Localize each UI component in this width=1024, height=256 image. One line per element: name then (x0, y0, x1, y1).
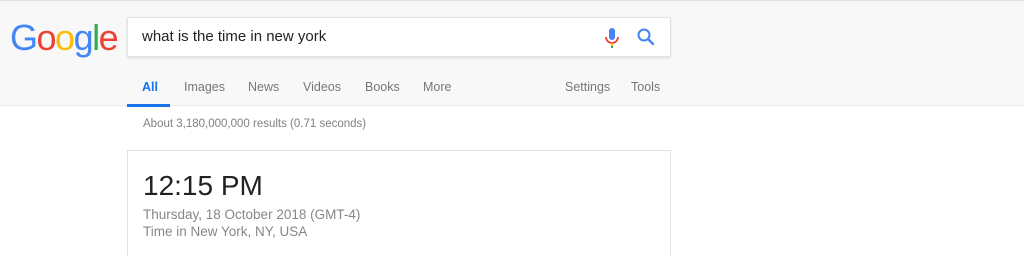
search-box[interactable]: what is the time in new york (127, 17, 671, 57)
magnifier-icon[interactable] (636, 27, 656, 47)
tab-settings[interactable]: Settings (565, 67, 610, 107)
tab-all[interactable]: All (142, 67, 158, 107)
search-input[interactable]: what is the time in new york (142, 18, 326, 56)
tab-more[interactable]: More (423, 67, 451, 107)
logo-letter: o (36, 17, 57, 58)
current-time: 12:15 PM (143, 170, 263, 201)
logo-letter: e (98, 17, 119, 58)
tab-images[interactable]: Images (184, 67, 225, 107)
logo-letter: g (73, 17, 94, 58)
microphone-icon[interactable] (602, 27, 622, 49)
logo-letter: o (55, 17, 75, 58)
time-location: Time in New York, NY, USA (143, 224, 308, 239)
result-stats: About 3,180,000,000 results (0.71 second… (143, 118, 367, 130)
current-date: Thursday, 18 October 2018 (GMT-4) (143, 207, 361, 222)
logo-letter: G (10, 17, 38, 58)
tab-tools[interactable]: Tools (631, 67, 660, 107)
time-answer-card: 12:15 PM Thursday, 18 October 2018 (GMT-… (127, 150, 671, 256)
tab-books[interactable]: Books (365, 67, 400, 107)
tab-videos[interactable]: Videos (303, 67, 341, 107)
active-tab-indicator (127, 104, 170, 107)
google-logo[interactable]: Google (10, 17, 119, 58)
header: Google what is the time in new york All … (0, 0, 1024, 107)
tab-news[interactable]: News (248, 67, 279, 107)
